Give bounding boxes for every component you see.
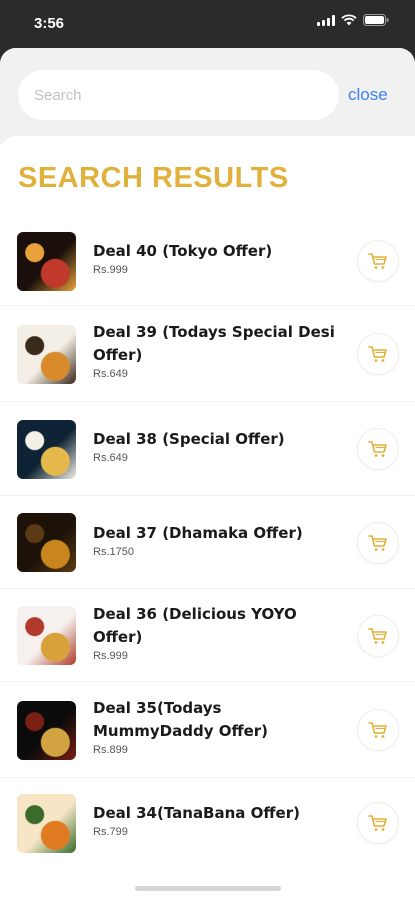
battery-icon bbox=[363, 14, 389, 26]
deal-price: Rs.999 bbox=[93, 264, 128, 276]
results-panel: SEARCH RESULTS Deal 40 (Tokyo Offer) Rs.9… bbox=[0, 136, 415, 900]
home-indicator bbox=[135, 886, 281, 891]
shopping-cart-icon bbox=[368, 253, 387, 269]
deal-thumbnail bbox=[17, 232, 76, 291]
status-time: 3:56 bbox=[34, 15, 65, 32]
add-to-cart-button[interactable] bbox=[357, 522, 399, 564]
deal-thumbnail bbox=[17, 794, 76, 853]
deal-thumbnail bbox=[17, 701, 76, 760]
status-icons bbox=[317, 14, 389, 26]
add-to-cart-button[interactable] bbox=[357, 428, 399, 470]
result-item[interactable]: Deal 40 (Tokyo Offer) Rs.999 bbox=[0, 216, 415, 306]
deal-name: Deal 36 (Delicious YOYO Offer) bbox=[93, 605, 297, 646]
result-item[interactable]: Deal 39 (Todays Special Desi Offer) Rs.64… bbox=[0, 306, 415, 402]
deal-price: Rs.1750 bbox=[93, 546, 134, 558]
deal-name: Deal 37 (Dhamaka Offer) bbox=[93, 524, 303, 542]
deal-name: Deal 39 (Todays Special Desi Offer) bbox=[93, 323, 335, 364]
search-header: close bbox=[0, 48, 415, 144]
shopping-cart-icon bbox=[368, 722, 387, 738]
deal-name: Deal 38 (Special Offer) bbox=[93, 430, 285, 448]
result-item[interactable]: Deal 36 (Delicious YOYO Offer) Rs.999 bbox=[0, 589, 415, 682]
shopping-cart-icon bbox=[368, 815, 387, 831]
search-input[interactable] bbox=[18, 70, 339, 120]
result-item[interactable]: Deal 38 (Special Offer) Rs.649 bbox=[0, 402, 415, 496]
deal-price: Rs.999 bbox=[93, 650, 128, 662]
deal-thumbnail bbox=[17, 606, 76, 665]
deal-thumbnail bbox=[17, 513, 76, 572]
status-bar: 3:56 bbox=[0, 0, 415, 48]
deal-name: Deal 40 (Tokyo Offer) bbox=[93, 242, 273, 260]
signal-icon bbox=[317, 14, 335, 26]
result-item[interactable]: Deal 34(TanaBana Offer) Rs.799 bbox=[0, 778, 415, 868]
deal-name: Deal 35(Todays MummyDaddy Offer) bbox=[93, 699, 269, 740]
deal-price: Rs.649 bbox=[93, 452, 128, 464]
close-button[interactable]: close bbox=[348, 85, 388, 105]
deal-price: Rs.899 bbox=[93, 744, 128, 756]
deal-price: Rs.649 bbox=[93, 368, 128, 380]
add-to-cart-button[interactable] bbox=[357, 333, 399, 375]
add-to-cart-button[interactable] bbox=[357, 240, 399, 282]
shopping-cart-icon bbox=[368, 346, 387, 362]
shopping-cart-icon bbox=[368, 441, 387, 457]
wifi-icon bbox=[341, 14, 357, 26]
result-item[interactable]: Deal 37 (Dhamaka Offer) Rs.1750 bbox=[0, 496, 415, 589]
search-sheet: close SEARCH RESULTS Deal 40 (Tokyo Offe… bbox=[0, 48, 415, 900]
shopping-cart-icon bbox=[368, 628, 387, 644]
result-item[interactable]: Deal 35(Todays MummyDaddy Offer) Rs.899 bbox=[0, 682, 415, 778]
shopping-cart-icon bbox=[368, 535, 387, 551]
add-to-cart-button[interactable] bbox=[357, 709, 399, 751]
deal-name: Deal 34(TanaBana Offer) bbox=[93, 804, 300, 822]
deal-thumbnail bbox=[17, 325, 76, 384]
deal-thumbnail bbox=[17, 420, 76, 479]
deal-price: Rs.799 bbox=[93, 826, 128, 838]
results-title: SEARCH RESULTS bbox=[18, 162, 289, 194]
add-to-cart-button[interactable] bbox=[357, 802, 399, 844]
add-to-cart-button[interactable] bbox=[357, 615, 399, 657]
